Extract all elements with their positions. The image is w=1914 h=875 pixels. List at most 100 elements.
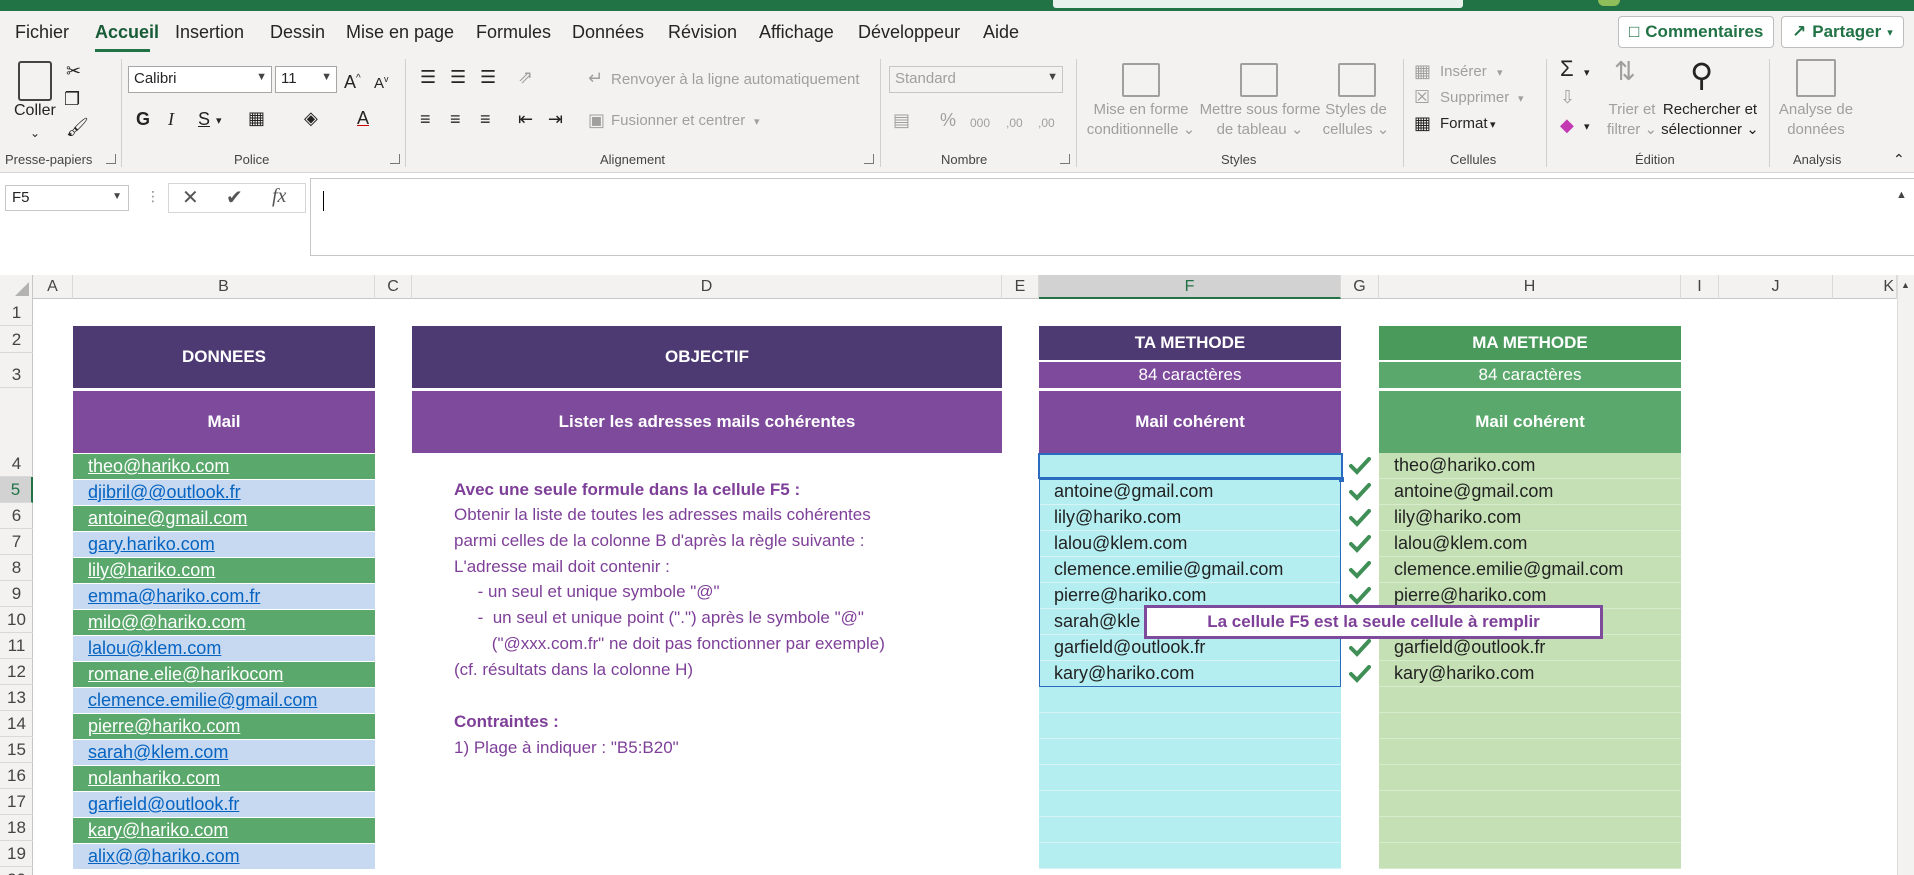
comma-style-button[interactable]: 000 (970, 113, 990, 133)
increase-indent-icon[interactable]: ⇥ (548, 109, 563, 129)
row-header[interactable]: 9 (0, 581, 33, 607)
select-all-corner[interactable] (0, 275, 33, 299)
ta-result-cell[interactable] (1039, 687, 1341, 713)
ma-result-cell[interactable]: lily@hariko.com (1379, 505, 1681, 531)
font-size-select[interactable]: 11 ▼ (275, 66, 337, 93)
enter-check-icon[interactable]: ✔ (226, 185, 243, 210)
font-name-select[interactable]: Calibri ▼ (128, 66, 272, 93)
copy-icon[interactable]: ❐ (64, 89, 80, 109)
fill-color-icon[interactable]: ◈ (304, 108, 318, 128)
decrease-indent-icon[interactable]: ⇤ (518, 109, 533, 129)
format-table-icon[interactable] (1240, 63, 1278, 97)
autosum-icon[interactable]: Σ (1560, 58, 1574, 80)
format-table-button[interactable]: Mettre sous forme de tableau ⌄ (1196, 100, 1324, 140)
number-format-select[interactable]: Standard ▼ (889, 66, 1063, 93)
ma-result-cell[interactable] (1379, 817, 1681, 843)
mail-cell[interactable]: djibril@@outlook.fr (73, 480, 375, 505)
ta-result-cell[interactable] (1039, 817, 1341, 843)
number-launcher-icon[interactable] (1060, 154, 1070, 164)
find-select-button[interactable]: Rechercher et sélectionner ⌄ (1660, 100, 1760, 140)
mail-cell[interactable]: nolanhariko.com (73, 766, 375, 791)
tab-fichier[interactable]: Fichier (15, 22, 69, 43)
tab-insertion[interactable]: Insertion (175, 22, 244, 43)
mail-cell[interactable]: alix@@hariko.com (73, 844, 375, 869)
fill-icon[interactable]: ⇩ (1560, 87, 1575, 107)
wrap-text-button[interactable]: Renvoyer à la ligne automatiquement (611, 71, 859, 88)
collapse-ribbon-icon[interactable]: ⌃ (1893, 149, 1905, 169)
format-painter-icon[interactable]: 🖌 (66, 117, 89, 137)
font-launcher-icon[interactable] (390, 154, 400, 164)
ta-result-cell[interactable] (1039, 791, 1341, 817)
row-header[interactable]: 11 (0, 633, 33, 659)
chevron-down-icon[interactable]: ⌄ (30, 123, 40, 143)
analyze-data-icon[interactable] (1796, 59, 1836, 97)
chevron-down-icon[interactable]: ▾ (1584, 117, 1590, 137)
row-header[interactable]: 4 (0, 388, 33, 477)
increase-decimal-button[interactable]: ,00 (1006, 113, 1023, 133)
ma-methode-subheader[interactable]: Mail cohérent (1379, 391, 1681, 453)
underline-button[interactable]: S (198, 109, 210, 129)
row-header[interactable]: 7 (0, 529, 33, 555)
italic-button[interactable]: I (168, 109, 174, 129)
ta-methode-subheader[interactable]: Mail cohérent (1039, 391, 1341, 453)
percent-button[interactable]: % (940, 110, 956, 130)
chevron-down-icon[interactable]: ▾ (1490, 115, 1496, 135)
conditional-format-button[interactable]: Mise en forme conditionnelle ⌄ (1086, 100, 1196, 140)
tab-mise-en-page[interactable]: Mise en page (346, 22, 454, 43)
tab-aide[interactable]: Aide (983, 22, 1019, 43)
tab-developpeur[interactable]: Développeur (858, 22, 960, 43)
ma-result-cell[interactable]: kary@hariko.com (1379, 661, 1681, 687)
align-bottom-icon[interactable]: ☰ (480, 67, 496, 87)
ma-result-cell[interactable] (1379, 713, 1681, 739)
mail-cell[interactable]: theo@hariko.com (73, 454, 375, 479)
clipboard-launcher-icon[interactable] (106, 154, 116, 164)
cancel-icon[interactable]: ✕ (182, 185, 199, 210)
mail-cell[interactable]: clemence.emilie@gmail.com (73, 688, 375, 713)
mail-cell[interactable]: milo@@hariko.com (73, 610, 375, 635)
insert-cells-button[interactable]: Insérer (1440, 63, 1487, 80)
tab-revision[interactable]: Révision (668, 22, 737, 43)
merge-center-button[interactable]: Fusionner et centrer (611, 112, 745, 129)
currency-icon[interactable]: ▤ (893, 110, 910, 130)
clear-icon[interactable]: ◆ (1560, 115, 1574, 135)
ta-methode-header[interactable]: TA METHODE (1039, 326, 1341, 360)
cut-icon[interactable]: ✂ (66, 61, 81, 81)
tab-formules[interactable]: Formules (476, 22, 551, 43)
ma-result-cell[interactable] (1379, 791, 1681, 817)
column-header-a[interactable]: A (33, 275, 73, 299)
row-header[interactable]: 5 (0, 477, 33, 503)
row-header[interactable]: 14 (0, 711, 33, 737)
vertical-scrollbar[interactable]: ▲ (1897, 275, 1914, 875)
orientation-icon[interactable]: ⇗ (518, 67, 533, 87)
objectif-header[interactable]: OBJECTIF (412, 326, 1002, 388)
account-avatar[interactable] (1598, 0, 1620, 6)
mail-cell[interactable]: gary.hariko.com (73, 532, 375, 557)
alignment-launcher-icon[interactable] (864, 154, 874, 164)
column-header-g[interactable]: G (1341, 275, 1379, 299)
cell-styles-icon[interactable] (1338, 63, 1376, 97)
column-header-f[interactable]: F (1039, 275, 1341, 299)
cell-styles-button[interactable]: Styles de cellules ⌄ (1320, 100, 1392, 140)
mail-cell[interactable]: lalou@klem.com (73, 636, 375, 661)
column-header-c[interactable]: C (375, 275, 412, 299)
ma-methode-chars[interactable]: 84 caractères (1379, 362, 1681, 388)
row-header[interactable]: 3 (0, 353, 33, 388)
ta-result-cell[interactable] (1039, 739, 1341, 765)
chevron-down-icon[interactable]: ▾ (754, 112, 760, 132)
ma-methode-header[interactable]: MA METHODE (1379, 326, 1681, 360)
insert-function-button[interactable]: fx (272, 185, 286, 208)
sort-filter-icon[interactable]: ⇅ (1614, 58, 1636, 84)
row-header[interactable]: 19 (0, 841, 33, 867)
ma-result-cell[interactable]: clemence.emilie@gmail.com (1379, 557, 1681, 583)
expand-formula-icon[interactable]: ▲ (1896, 189, 1907, 201)
ma-result-cell[interactable] (1379, 687, 1681, 713)
ma-result-cell[interactable] (1379, 843, 1681, 869)
row-header[interactable]: 17 (0, 789, 33, 815)
chevron-down-icon[interactable]: ▾ (1497, 63, 1503, 83)
ma-result-cell[interactable] (1379, 765, 1681, 791)
search-box[interactable] (1053, 0, 1463, 8)
ta-result-cell[interactable] (1039, 843, 1341, 869)
paste-icon[interactable] (18, 61, 52, 101)
objectif-subheader[interactable]: Lister les adresses mails cohérentes (412, 391, 1002, 453)
mail-cell[interactable]: pierre@hariko.com (73, 714, 375, 739)
